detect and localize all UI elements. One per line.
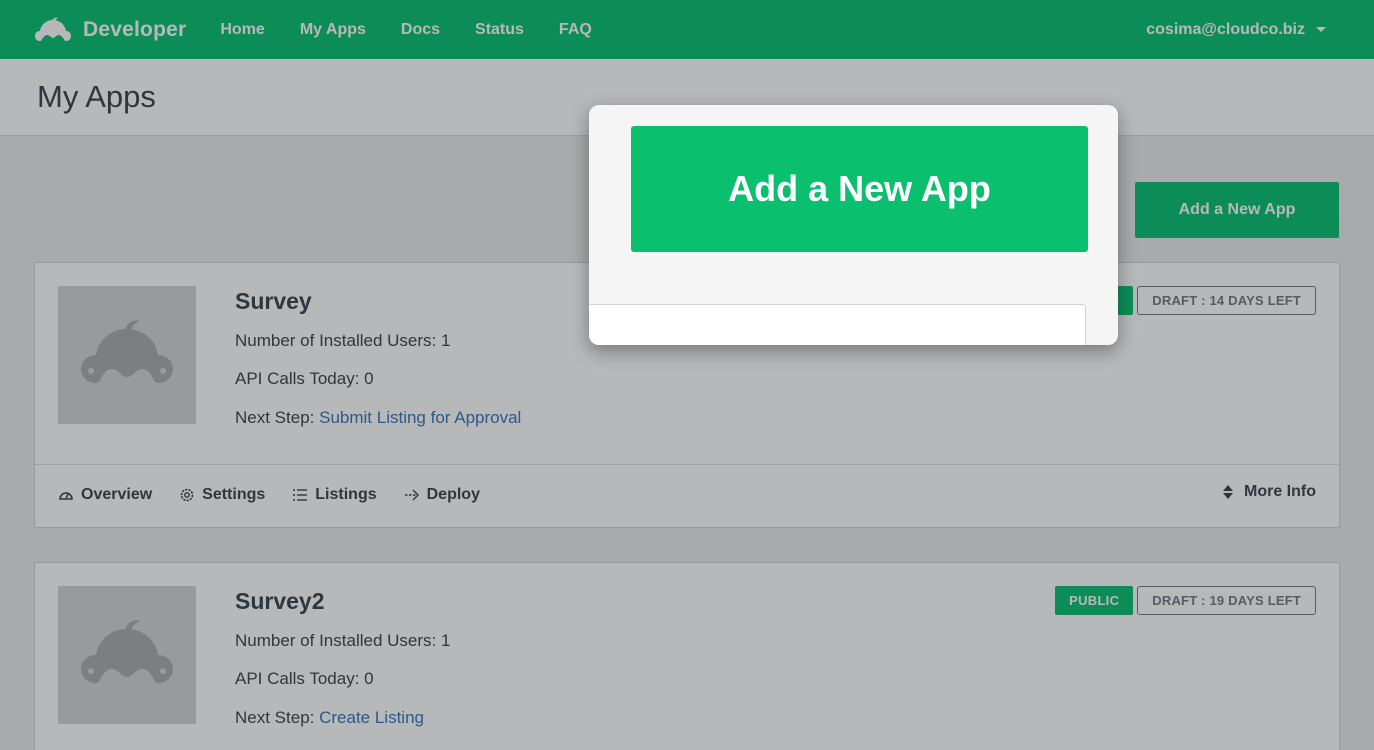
add-new-app-button-zoomed[interactable]: Add a New App [631,126,1088,252]
zoom-callout: Add a New App [589,105,1118,345]
zoom-card-edge [589,304,1086,345]
